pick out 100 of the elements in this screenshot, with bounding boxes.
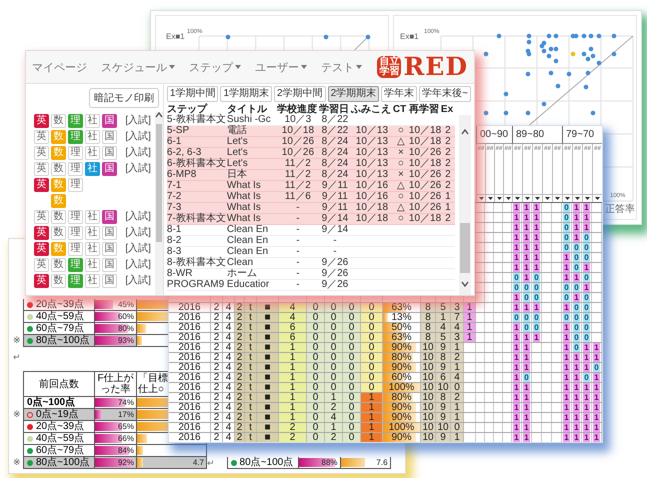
subject-toggle[interactable]: 理 — [68, 130, 83, 144]
table-row[interactable]: 7-3 What Is - 9／11 10／18 △ 10／26 1 — [166, 203, 455, 214]
subject-toggle[interactable]: 数 — [51, 114, 66, 128]
subject-toggle[interactable]: 理 — [68, 258, 83, 272]
subject-toggle[interactable]: 社 — [85, 130, 100, 144]
chevron-up-icon[interactable] — [154, 112, 163, 118]
subject-toggle[interactable]: 社 — [85, 274, 100, 288]
table-row[interactable]: 7-1 What Is 11／2 9／11 10／16 △ 10／26 2 — [166, 181, 455, 192]
subject-toggle[interactable]: 理 — [68, 178, 83, 192]
subject-toggle[interactable]: 国 — [102, 258, 117, 272]
table-cell: 1 — [573, 433, 580, 442]
menu-item[interactable]: ステップ — [189, 60, 241, 74]
exam-link[interactable]: [入試] — [125, 162, 151, 176]
subject-toggle[interactable]: 国 — [102, 210, 117, 224]
table-cell: 2 — [211, 393, 223, 402]
chevron-up-icon[interactable] — [461, 129, 469, 135]
table-row[interactable]: 6-MP8 日本 11／2 8／24 10／13 × 10／26 2 — [166, 170, 455, 181]
subject-toggle[interactable]: 理 — [68, 226, 83, 240]
table-row[interactable]: 8-教科書本文Clean - 9／26 — [166, 258, 455, 269]
term-tab[interactable]: 学年末 — [381, 86, 418, 102]
table-row[interactable]: 6-1 Let's 10／26 8／24 10／13 △ 10／18 2 — [166, 137, 455, 148]
exam-link[interactable]: [入試] — [125, 274, 151, 288]
subject-toggle[interactable]: 英 — [34, 178, 49, 192]
table-cell: 0 — [563, 233, 570, 242]
table-cell: 10 — [421, 343, 436, 352]
table-cell: 1 — [583, 393, 590, 402]
menu-item[interactable]: テスト — [321, 60, 362, 74]
subject-toggle[interactable]: 数 — [51, 258, 66, 272]
scrollbar-thumb[interactable] — [460, 223, 470, 273]
subject-toggle[interactable]: 英 — [34, 114, 49, 128]
term-tab[interactable]: 2学期中間 — [274, 86, 326, 102]
table-row[interactable]: 5-教科書本文Sushi -Gc 10／3 8／22 — [166, 115, 455, 126]
subject-toggle[interactable]: 社 — [85, 226, 100, 240]
subject-toggle[interactable]: 国 — [102, 274, 117, 288]
subject-toggle[interactable]: 英 — [34, 242, 49, 256]
subject-toggle[interactable]: 社 — [85, 258, 100, 272]
term-tab[interactable]: 1学期中間 — [166, 86, 218, 102]
subject-toggle[interactable]: 英 — [34, 226, 49, 240]
exam-link[interactable]: [入試] — [125, 242, 151, 256]
scrollbar-thumb[interactable] — [156, 124, 162, 242]
table-row[interactable]: PROGRAM9 Educatior - 9／26 — [166, 280, 455, 291]
subject-toggle[interactable]: 英 — [34, 146, 49, 160]
subject-toggle[interactable]: 英 — [34, 258, 49, 272]
subject-toggle[interactable]: 国 — [102, 226, 117, 240]
subject-toggle[interactable]: 国 — [102, 162, 117, 176]
table-cell-text: 8／24 — [320, 170, 350, 180]
table-row[interactable]: 8-3 Clean En - - — [166, 247, 455, 258]
exam-link[interactable]: [入試] — [125, 114, 151, 128]
subject-toggle[interactable]: 社 — [85, 210, 100, 224]
table-row[interactable]: 7-教科書本文What Is - 9／14 10／18 ○ 10／18 2 — [166, 214, 455, 225]
subject-toggle[interactable]: 理 — [68, 210, 83, 224]
print-button[interactable]: 暗記モノ印刷 — [88, 88, 159, 108]
subject-toggle[interactable]: 社 — [85, 242, 100, 256]
term-tab[interactable]: 学年末後~ — [419, 86, 471, 102]
subject-toggle[interactable]: 理 — [68, 274, 83, 288]
exam-link[interactable]: [入試] — [125, 130, 151, 144]
exam-link[interactable]: [入試] — [125, 210, 151, 224]
subject-toggle[interactable]: 国 — [102, 130, 117, 144]
exam-link[interactable]: [入試] — [125, 146, 151, 160]
subject-toggle[interactable]: 理 — [68, 146, 83, 160]
subject-toggle[interactable]: 国 — [102, 146, 117, 160]
menu-item[interactable]: スケジュール — [101, 60, 175, 74]
table-cell: 10／26 — [408, 192, 441, 202]
subject-toggle[interactable]: 数 — [51, 210, 66, 224]
term-tab[interactable]: 1学期期末 — [220, 86, 272, 102]
table-row[interactable]: 7-2 What Is 11／6 9／11 10／16 ○ 10／26 1 — [166, 192, 455, 203]
subject-toggle[interactable]: 英 — [34, 162, 49, 176]
table-cell-text: 10／13 — [354, 159, 390, 169]
subject-toggle[interactable]: 英 — [34, 274, 49, 288]
table-row[interactable]: 8-WR ホーム - 9／26 — [166, 269, 455, 280]
table-cell: 1 — [573, 233, 580, 242]
subject-toggle[interactable]: 社 — [85, 162, 100, 176]
term-tab[interactable]: 2学期期末 — [328, 86, 380, 102]
subject-toggle[interactable]: 社 — [85, 114, 100, 128]
table-cell-text: Educatior — [226, 280, 270, 290]
subject-toggle[interactable]: 国 — [102, 114, 117, 128]
subject-toggle[interactable]: 数 — [51, 162, 66, 176]
subject-toggle[interactable]: 数 — [51, 226, 66, 240]
subject-toggle[interactable]: 社 — [85, 146, 100, 160]
scrollbar[interactable] — [459, 115, 471, 295]
subject-toggle[interactable]: 英 — [34, 130, 49, 144]
table-cell-text: Let's — [226, 137, 249, 147]
table-cell: 10 — [421, 413, 436, 422]
menu-item[interactable]: マイページ — [32, 60, 87, 74]
menu-item[interactable]: ユーザー — [255, 60, 307, 74]
subject-toggle[interactable]: 国 — [102, 242, 117, 256]
table-row[interactable]: 8-2 Clean En - - — [166, 236, 455, 247]
scrollbar[interactable] — [154, 112, 163, 295]
table-row[interactable]: 5-SP 電話 10／18 8／22 10／13 ○ 10／18 2 — [166, 126, 455, 137]
exam-link[interactable]: [入試] — [125, 258, 151, 272]
exam-link[interactable]: [入試] — [125, 226, 151, 240]
table-row[interactable]: 6-2, 6-3 Let's 10／26 8／24 10／13 × 10／26 2 — [166, 148, 455, 159]
table-row[interactable]: 6-教科書本文Let's 11／2 8／24 10／13 ○ 10／18 2 — [166, 159, 455, 170]
subject-toggle[interactable]: 理 — [68, 162, 83, 176]
subject-toggle[interactable]: 理 — [68, 242, 83, 256]
chevron-down-icon[interactable] — [461, 281, 469, 287]
subject-toggle[interactable]: 数 — [51, 274, 66, 288]
subject-toggle[interactable]: 英 — [34, 210, 49, 224]
table-row[interactable]: 8-1 Clean En - 9／14 — [166, 225, 455, 236]
subject-toggle[interactable]: 理 — [68, 114, 83, 128]
